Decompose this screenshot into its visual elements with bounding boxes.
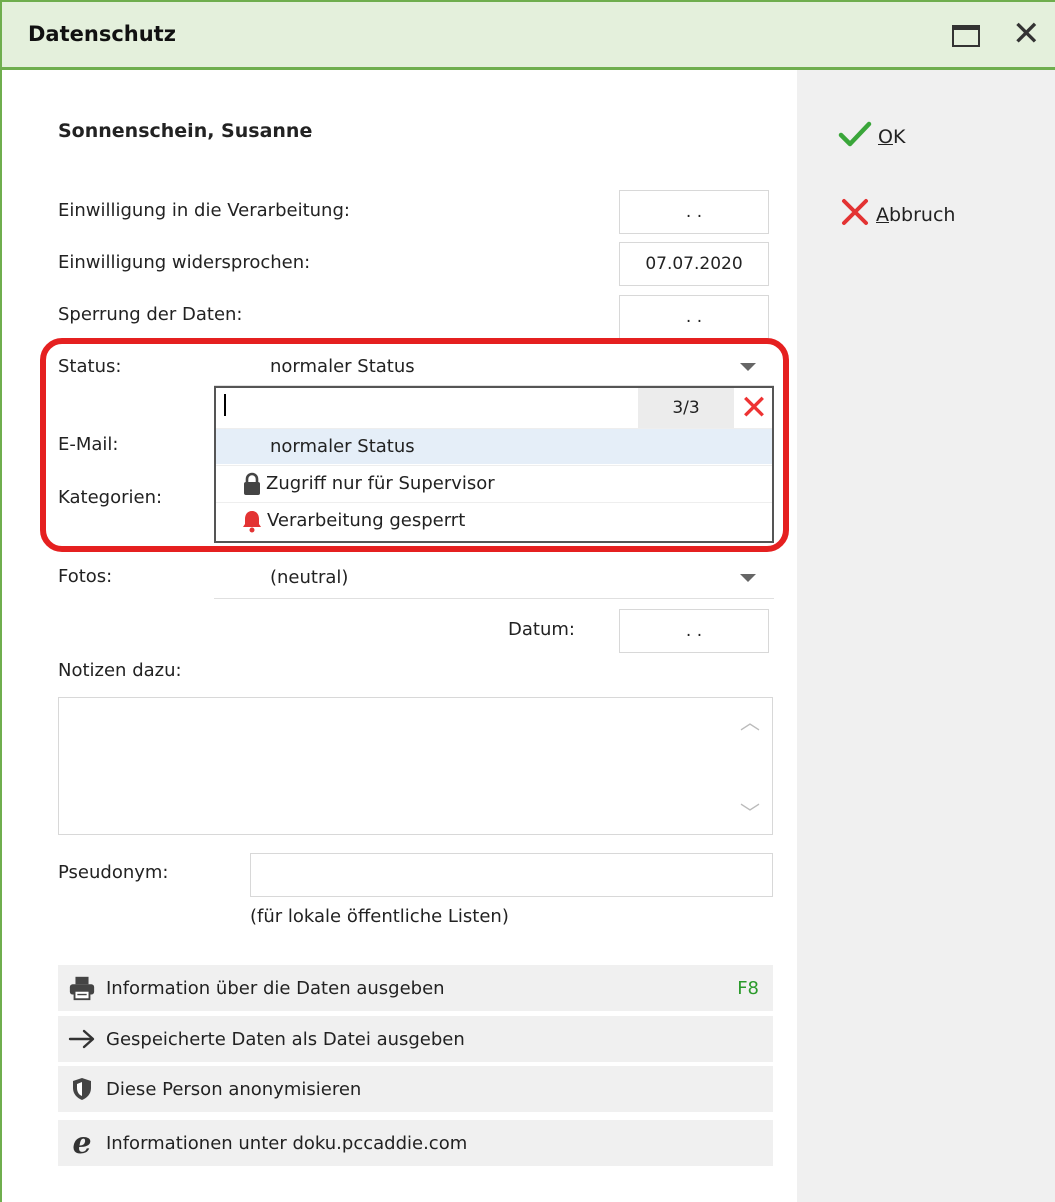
export-data-button[interactable]: Gespeicherte Daten als Datei ausgeben	[58, 1016, 773, 1062]
photos-label: Fotos:	[58, 566, 113, 587]
window-border	[0, 70, 2, 1202]
documentation-link[interactable]: e Informationen unter doku.pccaddie.com	[58, 1120, 773, 1166]
notes-label: Notizen dazu:	[58, 660, 182, 681]
dropdown-search-input[interactable]	[216, 388, 636, 428]
close-icon[interactable]: ✕	[1012, 17, 1041, 51]
anonymize-label: Diese Person anonymisieren	[106, 1078, 362, 1100]
anonymize-button[interactable]: Diese Person anonymisieren	[58, 1066, 773, 1112]
photos-value: (neutral)	[270, 567, 349, 588]
maximize-icon[interactable]	[952, 25, 980, 47]
pseudonym-input[interactable]	[250, 853, 773, 897]
internet-explorer-icon: e	[72, 1125, 92, 1161]
blocking-label: Sperrung der Daten:	[58, 304, 243, 325]
scroll-up-icon[interactable]: ︿	[740, 706, 760, 735]
consent-date-field[interactable]: . .	[619, 190, 769, 234]
option-supervisor-only[interactable]: Zugriff nur für Supervisor	[216, 465, 772, 501]
date-field[interactable]: . .	[619, 609, 769, 653]
print-info-button[interactable]: Information über die Daten ausgeben F8	[58, 965, 773, 1011]
photos-select[interactable]: (neutral)	[214, 557, 774, 599]
option-processing-blocked[interactable]: Verarbeitung gesperrt	[216, 502, 772, 538]
documentation-label: Informationen unter doku.pccaddie.com	[106, 1132, 468, 1154]
side-panel	[797, 70, 1055, 1202]
objection-date-field[interactable]: 07.07.2020	[619, 242, 769, 286]
status-select[interactable]: normaler Status	[214, 346, 774, 386]
notes-textarea[interactable]: ︿ ﹀	[58, 697, 773, 835]
shield-icon	[68, 1077, 96, 1101]
text-cursor	[224, 394, 226, 416]
bell-icon	[241, 509, 263, 533]
categories-label: Kategorien:	[58, 487, 163, 508]
blocking-date-field[interactable]: . .	[619, 295, 769, 339]
check-icon	[838, 120, 872, 153]
window-title: Datenschutz	[28, 22, 176, 46]
date-label: Datum:	[508, 619, 575, 640]
pseudonym-label: Pseudonym:	[58, 862, 169, 883]
consent-label: Einwilligung in die Verarbeitung:	[58, 200, 350, 221]
chevron-down-icon[interactable]	[740, 363, 756, 371]
match-count: 3/3	[638, 388, 734, 428]
status-dropdown-list: 3/3 ✕ normaler Status Zugriff nur für Su…	[214, 386, 774, 543]
cancel-label: Abbruch	[876, 203, 956, 226]
option-normal-status[interactable]: normaler Status	[216, 428, 772, 464]
ok-label: OK	[878, 125, 906, 148]
chevron-down-icon[interactable]	[740, 574, 756, 582]
status-label: Status:	[58, 356, 122, 377]
lock-icon	[242, 472, 262, 496]
cancel-button[interactable]: Abbruch	[840, 198, 955, 231]
scroll-down-icon[interactable]: ﹀	[740, 797, 760, 826]
print-info-label: Information über die Daten ausgeben	[106, 977, 445, 999]
ok-button[interactable]: OK	[838, 120, 905, 153]
arrow-right-icon	[68, 1028, 96, 1050]
pseudonym-hint: (für lokale öffentliche Listen)	[250, 906, 509, 927]
clear-search-icon[interactable]: ✕	[736, 388, 772, 428]
export-data-label: Gespeicherte Daten als Datei ausgeben	[106, 1028, 465, 1050]
email-label: E-Mail:	[58, 434, 119, 455]
x-icon	[840, 198, 870, 231]
objection-label: Einwilligung widersprochen:	[58, 252, 311, 273]
printer-icon	[68, 974, 96, 1002]
person-name: Sonnenschein, Susanne	[58, 120, 313, 142]
status-value: normaler Status	[270, 356, 415, 377]
shortcut-f8: F8	[737, 977, 759, 999]
